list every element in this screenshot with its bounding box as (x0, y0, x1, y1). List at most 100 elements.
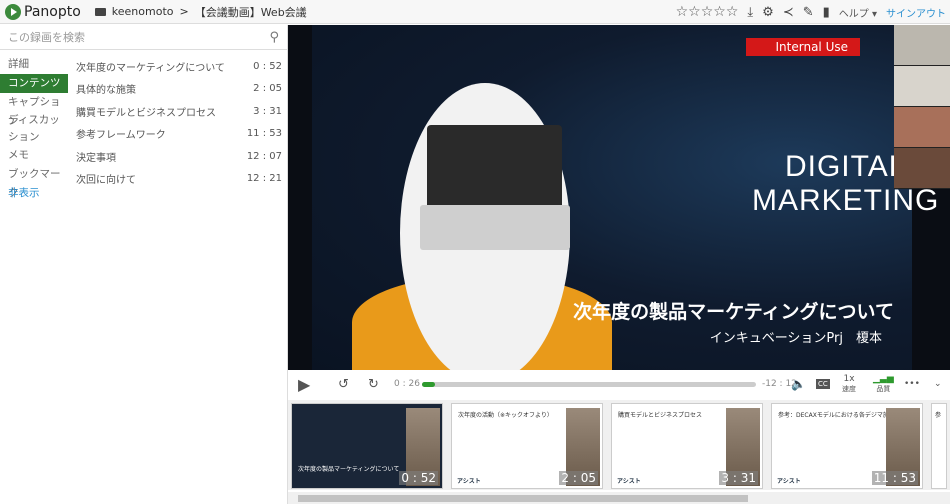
download-icon[interactable]: ⤓ (747, 5, 753, 20)
slide-logo: アシスト (777, 478, 801, 485)
side-tabs: 詳細 コンテンツ キャプション ディスカッション メモ ブックマーク 非表示 (0, 55, 68, 203)
panopto-logo[interactable]: Panopto (5, 3, 81, 20)
gear-icon[interactable]: ⚙ (762, 5, 774, 20)
item-title: 具体的な施策 (76, 85, 136, 97)
list-item[interactable]: 購買モデルとビジネスプロセス 3 : 31 (76, 100, 282, 123)
list-item[interactable]: 次回に向けて 12 : 21 (76, 168, 282, 191)
tab-notes[interactable]: メモ (0, 146, 68, 165)
top-bar: Panopto keenomoto > 【会議動画】Web会議 ☆☆☆☆☆ ⤓ … (0, 0, 950, 24)
item-time: 12 : 07 (246, 150, 282, 162)
thumbnail-time: 2 : 05 (559, 471, 598, 485)
tab-discussion[interactable]: ディスカッション (0, 112, 68, 146)
captions-button[interactable]: CC (816, 379, 830, 389)
item-title: 決定事項 (76, 152, 116, 164)
item-time: 3 : 31 (253, 105, 282, 117)
more-button[interactable]: ••• (904, 370, 920, 398)
volume-icon[interactable]: 🔈 (791, 370, 806, 398)
item-title: 購買モデルとビジネスプロセス (76, 107, 216, 119)
scrollbar-thumb[interactable] (298, 495, 748, 502)
quality-label: 品質 (876, 385, 891, 393)
tab-bookmarks[interactable]: ブックマーク (0, 165, 68, 199)
thumbnail-title: 次年度の活動（※キックオフより） (458, 412, 553, 419)
item-title: 参考フレームワーク (76, 130, 166, 142)
slide-logo: アシスト (457, 478, 481, 485)
speed-button[interactable]: 1x 速度 (842, 370, 856, 398)
breadcrumb: keenomoto > 【会議動画】Web会議 (94, 4, 307, 20)
item-title: 次年度のマーケティングについて (76, 62, 225, 74)
star-icon[interactable]: ☆ (701, 4, 714, 20)
webcam-tile (894, 107, 950, 148)
thumbnail-time: 0 : 52 (399, 471, 438, 485)
rewind-10-icon[interactable]: ↺ (338, 370, 349, 398)
speed-label: 速度 (842, 385, 856, 393)
brand-name: Panopto (24, 3, 81, 20)
thumbnail-strip: 次年度の製品マーケティングについて 0 : 52 次年度の活動（※キックオフより）… (288, 400, 950, 490)
breadcrumb-folder[interactable]: keenomoto (112, 5, 174, 18)
thumbnail[interactable]: 次年度の製品マーケティングについて 0 : 52 (291, 403, 443, 489)
webcam-strip (894, 25, 950, 190)
share-icon[interactable]: ≺ (783, 5, 794, 20)
thumbnail[interactable]: 次年度の活動（※キックオフより） アシスト 2 : 05 (451, 403, 603, 489)
forward-10-icon[interactable]: ↻ (368, 370, 379, 398)
panopto-logo-icon (5, 3, 21, 20)
thumbnail[interactable]: 参考：DECAXモデルにおける各デジマ施策 アシスト 11 : 53 (771, 403, 923, 489)
folder-icon (94, 7, 106, 16)
player-controls: ▶ ↺ ↻ 0 : 26 -12 : 12 🔈 CC 1x 速度 ▁▃▅ 品質 ••… (288, 370, 950, 398)
webcam-tile (894, 25, 950, 66)
slide-subtitle: インキュベーションPrj 榎本 (709, 331, 882, 346)
signal-icon: ▁▃▅ (873, 374, 894, 384)
play-icon[interactable]: ▶ (298, 370, 310, 398)
rating-stars[interactable]: ☆☆☆☆☆ (676, 4, 739, 20)
contents-list: 次年度のマーケティングについて 0 : 52 具体的な施策 2 : 05 購買モデル… (76, 55, 282, 190)
list-item[interactable]: 次年度のマーケティングについて 0 : 52 (76, 55, 282, 78)
thumbnail[interactable]: 参 (931, 403, 947, 489)
breadcrumb-session: 【会議動画】Web会議 (194, 5, 307, 19)
star-icon[interactable]: ☆ (688, 4, 701, 20)
webcam-tile (894, 66, 950, 107)
thumbnail-title: 次年度の製品マーケティングについて (298, 466, 400, 473)
tab-contents[interactable]: コンテンツ (0, 74, 68, 93)
progress-fill (422, 382, 436, 387)
chevron-down-icon[interactable]: ⌄ (934, 370, 942, 398)
breadcrumb-separator: > (179, 5, 189, 18)
webcam-tile (894, 148, 950, 189)
elapsed-time: 0 : 26 (394, 379, 420, 389)
slide-frame: DIGITAL MARKETING 次年度の製品マーケティングについて インキュベ… (312, 25, 938, 370)
star-icon[interactable]: ☆ (726, 4, 739, 20)
laptop-image (427, 125, 562, 210)
star-icon[interactable]: ☆ (676, 4, 689, 20)
thumbnail[interactable]: 購買モデルとビジネスプロセス アシスト 3 : 31 (611, 403, 763, 489)
left-panel: この録画を検索 ⚲ 詳細 コンテンツ キャプション ディスカッション メモ ブック… (0, 25, 288, 504)
item-time: 11 : 53 (246, 128, 282, 140)
video-player[interactable]: DIGITAL MARKETING 次年度の製品マーケティングについて インキュベ… (288, 25, 950, 370)
thumbnail-title: 参考：DECAXモデルにおける各デジマ施策 (778, 412, 895, 419)
search-placeholder: この録画を検索 (8, 31, 85, 44)
search-icon[interactable]: ⚲ (269, 30, 279, 45)
tab-captions[interactable]: キャプション (0, 93, 68, 127)
thumbnail-title: 参 (935, 412, 942, 419)
item-title: 次回に向けて (76, 175, 136, 187)
tab-details[interactable]: 詳細 (0, 55, 68, 74)
star-icon[interactable]: ☆ (713, 4, 726, 20)
item-time: 2 : 05 (253, 83, 282, 95)
slide-title: 次年度の製品マーケティングについて (573, 301, 894, 323)
progress-bar[interactable] (422, 382, 756, 387)
list-item[interactable]: 具体的な施策 2 : 05 (76, 78, 282, 101)
stats-icon[interactable]: ▮ (823, 5, 830, 20)
item-time: 12 : 21 (246, 173, 282, 185)
list-item[interactable]: 参考フレームワーク 11 : 53 (76, 123, 282, 146)
thumbnail-scrollbar[interactable] (288, 492, 950, 504)
item-time: 0 : 52 (253, 60, 282, 72)
edit-icon[interactable]: ✎ (803, 5, 814, 20)
signout-link[interactable]: サインアウト (886, 5, 946, 20)
list-item[interactable]: 決定事項 12 : 07 (76, 145, 282, 168)
hide-panel-link[interactable]: 非表示 (0, 184, 68, 203)
thumbnail-time: 11 : 53 (871, 471, 918, 485)
thumbnail-title: 購買モデルとビジネスプロセス (618, 412, 703, 419)
quality-button[interactable]: ▁▃▅ 品質 (873, 370, 894, 398)
help-menu[interactable]: ヘルプ ▾ (839, 5, 877, 20)
keyboard-image (420, 205, 570, 250)
search-input[interactable]: この録画を検索 ⚲ (0, 25, 287, 50)
speed-value: 1x (843, 374, 855, 384)
internal-use-badge: Internal Use (745, 38, 860, 56)
